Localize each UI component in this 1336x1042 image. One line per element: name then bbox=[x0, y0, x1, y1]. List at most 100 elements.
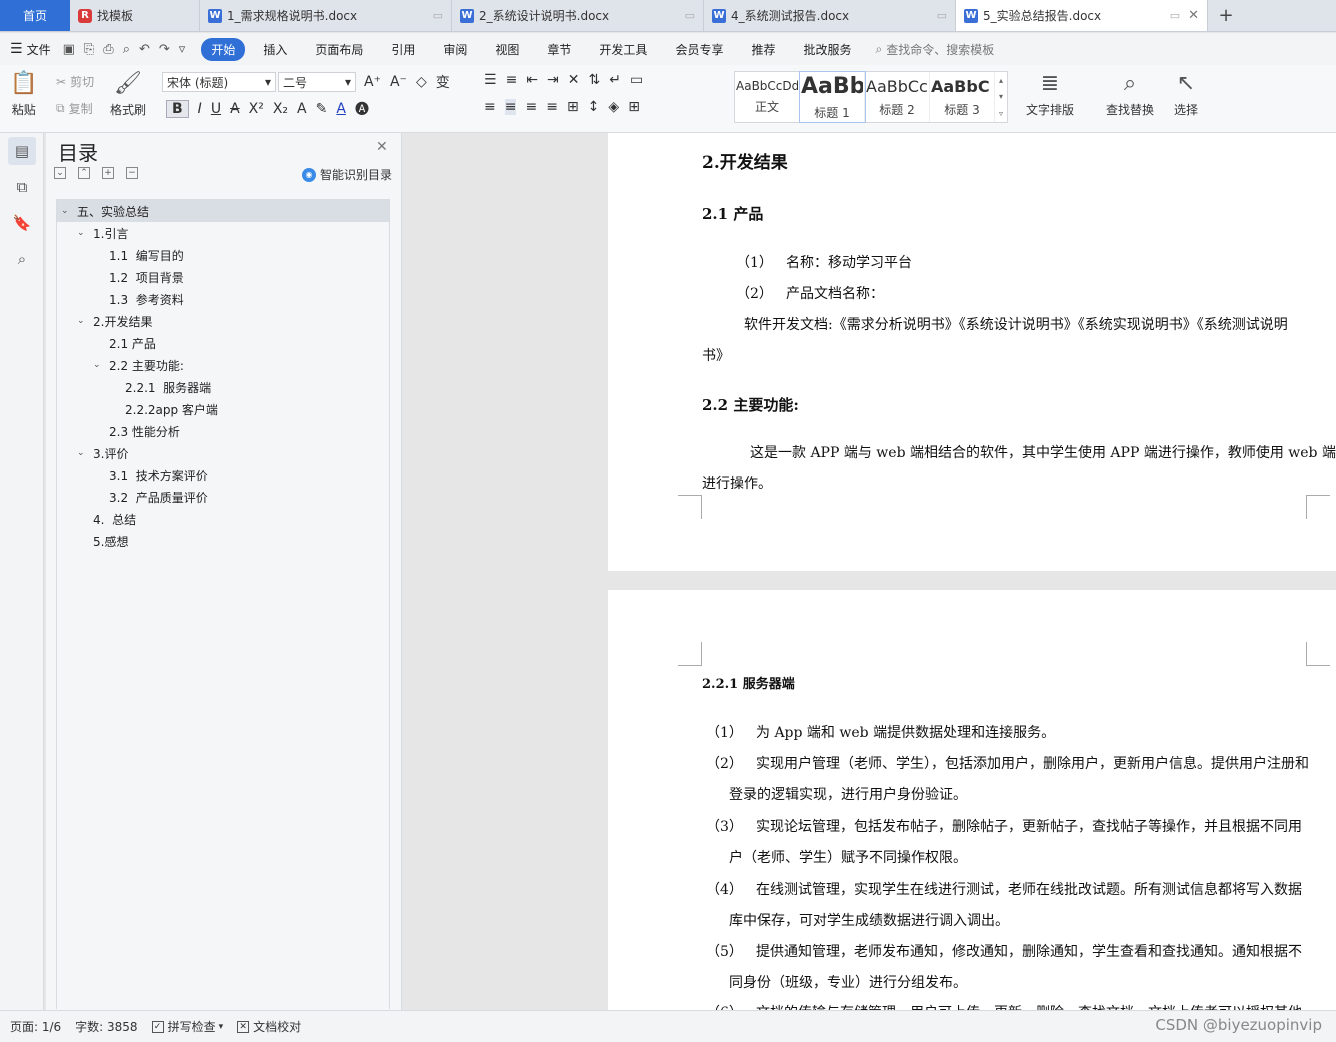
font-size-select[interactable]: 二号 ▾ bbox=[278, 72, 356, 92]
menu-recommend[interactable]: 推荐 bbox=[741, 38, 785, 61]
clear-format-icon[interactable]: ◇ bbox=[416, 74, 427, 90]
increase-indent-icon[interactable]: ⇥ bbox=[547, 72, 559, 88]
window-icon[interactable]: ▭ bbox=[433, 9, 443, 22]
toc-item[interactable]: 2.2.1 服务器端 bbox=[125, 376, 211, 398]
add-heading-icon[interactable]: + bbox=[102, 167, 114, 179]
menu-home[interactable]: 开始 bbox=[201, 37, 246, 61]
chevron-down-icon[interactable]: ▾ bbox=[999, 92, 1003, 101]
menu-member[interactable]: 会员专享 bbox=[665, 38, 733, 61]
highlight-icon[interactable]: ✎ bbox=[316, 101, 328, 117]
toc-item[interactable]: ⌄ 五、实验总结 bbox=[57, 200, 389, 222]
chinese-layout-icon[interactable]: ✕ bbox=[568, 72, 580, 88]
superscript-icon[interactable]: X² bbox=[249, 101, 264, 117]
undo-icon[interactable]: ↶ bbox=[139, 42, 150, 57]
tab-template[interactable]: R 找模板 bbox=[70, 0, 200, 31]
ruler-icon[interactable]: ▭ bbox=[630, 72, 643, 88]
chevron-up-icon[interactable]: ▴ bbox=[999, 76, 1003, 85]
new-tab-button[interactable]: + bbox=[1208, 0, 1244, 31]
styles-scroll[interactable]: ▴ ▾ ▿ bbox=[995, 72, 1007, 122]
expand-all-icon[interactable]: ⌄ bbox=[54, 167, 66, 179]
paste-button[interactable]: 📋 粘贴 bbox=[10, 71, 37, 118]
menu-review-service[interactable]: 批改服务 bbox=[793, 38, 861, 61]
toc-item[interactable]: 5.感想 bbox=[93, 530, 128, 552]
grow-font-icon[interactable]: A⁺ bbox=[364, 74, 381, 90]
window-icon[interactable]: ▭ bbox=[937, 9, 947, 22]
text-effect-icon[interactable]: A bbox=[297, 101, 307, 117]
font-name-select[interactable]: 宋体 (标题) ▾ bbox=[162, 72, 276, 92]
toc-item[interactable]: ⌄ 1.引言 bbox=[77, 222, 128, 244]
print-preview-icon[interactable]: ⌕ bbox=[123, 42, 130, 57]
word-count[interactable]: 字数: 3858 bbox=[75, 1018, 137, 1035]
bullet-list-icon[interactable]: ☰ bbox=[484, 72, 497, 88]
tab-doc-4[interactable]: W 5_实验总结报告.docx ▭ ✕ bbox=[956, 0, 1208, 31]
subscript-icon[interactable]: X₂ bbox=[273, 101, 288, 117]
menu-references[interactable]: 引用 bbox=[381, 38, 425, 61]
remove-heading-icon[interactable]: − bbox=[126, 167, 138, 179]
toc-panel-icon[interactable]: ▤ bbox=[8, 137, 36, 165]
tab-doc-2[interactable]: W 2_系统设计说明书.docx ▭ bbox=[452, 0, 704, 31]
menu-chapter[interactable]: 章节 bbox=[537, 38, 581, 61]
toc-item[interactable]: 1.3 参考资料 bbox=[109, 288, 184, 310]
menu-view[interactable]: 视图 bbox=[485, 38, 529, 61]
align-right-icon[interactable]: ≡ bbox=[525, 99, 537, 115]
chevron-down-icon[interactable]: ⌄ bbox=[77, 228, 93, 238]
cut-button[interactable]: ✂ 剪切 bbox=[56, 73, 94, 90]
show-marks-icon[interactable]: ↵ bbox=[609, 72, 621, 88]
menu-layout[interactable]: 页面布局 bbox=[305, 38, 373, 61]
decrease-indent-icon[interactable]: ⇤ bbox=[526, 72, 538, 88]
chevron-down-icon[interactable]: ⌄ bbox=[77, 316, 93, 326]
export-pdf-icon[interactable]: ⎘ bbox=[84, 42, 94, 57]
toc-item[interactable]: ⌄ 3.评价 bbox=[77, 442, 128, 464]
toc-item[interactable]: 2.3 性能分析 bbox=[109, 420, 180, 442]
chapter-nav-icon[interactable]: ⧉ bbox=[8, 173, 36, 201]
spell-check-toggle[interactable]: ✓ 拼写检查 ▾ bbox=[151, 1018, 224, 1035]
toc-item[interactable]: 3.2 产品质量评价 bbox=[109, 486, 208, 508]
print-icon[interactable]: ⎙ bbox=[103, 42, 113, 57]
align-left-icon[interactable]: ≡ bbox=[484, 99, 496, 115]
customize-icon[interactable]: ▿ bbox=[179, 42, 186, 57]
tab-doc-3[interactable]: W 4_系统测试报告.docx ▭ bbox=[704, 0, 956, 31]
chevron-down-icon[interactable]: ▾ bbox=[219, 1022, 224, 1032]
toc-item[interactable]: ⌄ 2.2 主要功能: bbox=[93, 354, 184, 376]
page-indicator[interactable]: 页面: 1/6 bbox=[10, 1018, 61, 1035]
toc-item[interactable]: 1.1 编写目的 bbox=[109, 244, 184, 266]
text-layout-button[interactable]: ≣ 文字排版 bbox=[1026, 71, 1074, 118]
redo-icon[interactable]: ↷ bbox=[159, 42, 170, 57]
toc-item[interactable]: 2.2.2app 客户端 bbox=[125, 398, 218, 420]
line-spacing-icon[interactable]: ↕ bbox=[588, 99, 600, 115]
close-icon[interactable]: ✕ bbox=[376, 139, 388, 155]
chevron-down-icon[interactable]: ⌄ bbox=[77, 448, 93, 458]
search-icon[interactable]: ⌕ bbox=[8, 245, 36, 273]
collapse-all-icon[interactable]: ⌃ bbox=[78, 167, 90, 179]
toc-item[interactable]: 1.2 项目背景 bbox=[109, 266, 184, 288]
style-heading-2[interactable]: AaBbCcl 标题 2 bbox=[865, 72, 930, 122]
borders-icon[interactable]: ⊞ bbox=[628, 99, 640, 115]
toc-item[interactable]: ⌄ 2.开发结果 bbox=[77, 310, 152, 332]
copy-button[interactable]: ⧉ 复制 bbox=[56, 100, 93, 117]
sort-icon[interactable]: ⇅ bbox=[589, 72, 601, 88]
document-page[interactable]: 2.开发结果 2.1 产品 （1） 名称：移动学习平台 （2） 产品文档名称： … bbox=[608, 133, 1336, 571]
more-icon[interactable]: ▿ bbox=[999, 109, 1003, 118]
document-page[interactable]: 2.2.1 服务器端 （1） 为 App 端和 web 端提供数据处理和连接服务… bbox=[608, 590, 1336, 1010]
menu-insert[interactable]: 插入 bbox=[253, 38, 297, 61]
tab-doc-1[interactable]: W 1_需求规格说明书.docx ▭ bbox=[200, 0, 452, 31]
menu-review[interactable]: 审阅 bbox=[433, 38, 477, 61]
window-icon[interactable]: ▭ bbox=[685, 9, 695, 22]
style-normal[interactable]: AaBbCcDd 正文 bbox=[735, 72, 800, 122]
chevron-down-icon[interactable]: ⌄ bbox=[61, 206, 77, 216]
proofread-button[interactable]: ✕ 文档校对 bbox=[237, 1018, 301, 1035]
font-color-icon[interactable]: A bbox=[336, 101, 346, 117]
select-button[interactable]: ↖ 选择 bbox=[1174, 71, 1198, 118]
toc-item[interactable]: 3.1 技术方案评价 bbox=[109, 464, 208, 486]
shading-icon[interactable]: ◈ bbox=[608, 99, 619, 115]
chevron-down-icon[interactable]: ⌄ bbox=[93, 360, 109, 370]
window-icon[interactable]: ▭ bbox=[1170, 9, 1180, 22]
menu-developer[interactable]: 开发工具 bbox=[589, 38, 657, 61]
tab-home[interactable]: 首页 bbox=[0, 0, 70, 31]
phonetic-icon[interactable]: 变 bbox=[436, 72, 450, 92]
file-menu[interactable]: ☰ 文件 bbox=[10, 41, 51, 58]
shrink-font-icon[interactable]: A⁻ bbox=[390, 74, 407, 90]
format-painter-button[interactable]: 🖌 格式刷 bbox=[110, 71, 146, 118]
toc-item[interactable]: 4. 总结 bbox=[93, 508, 136, 530]
save-icon[interactable]: ▣ bbox=[63, 42, 75, 57]
